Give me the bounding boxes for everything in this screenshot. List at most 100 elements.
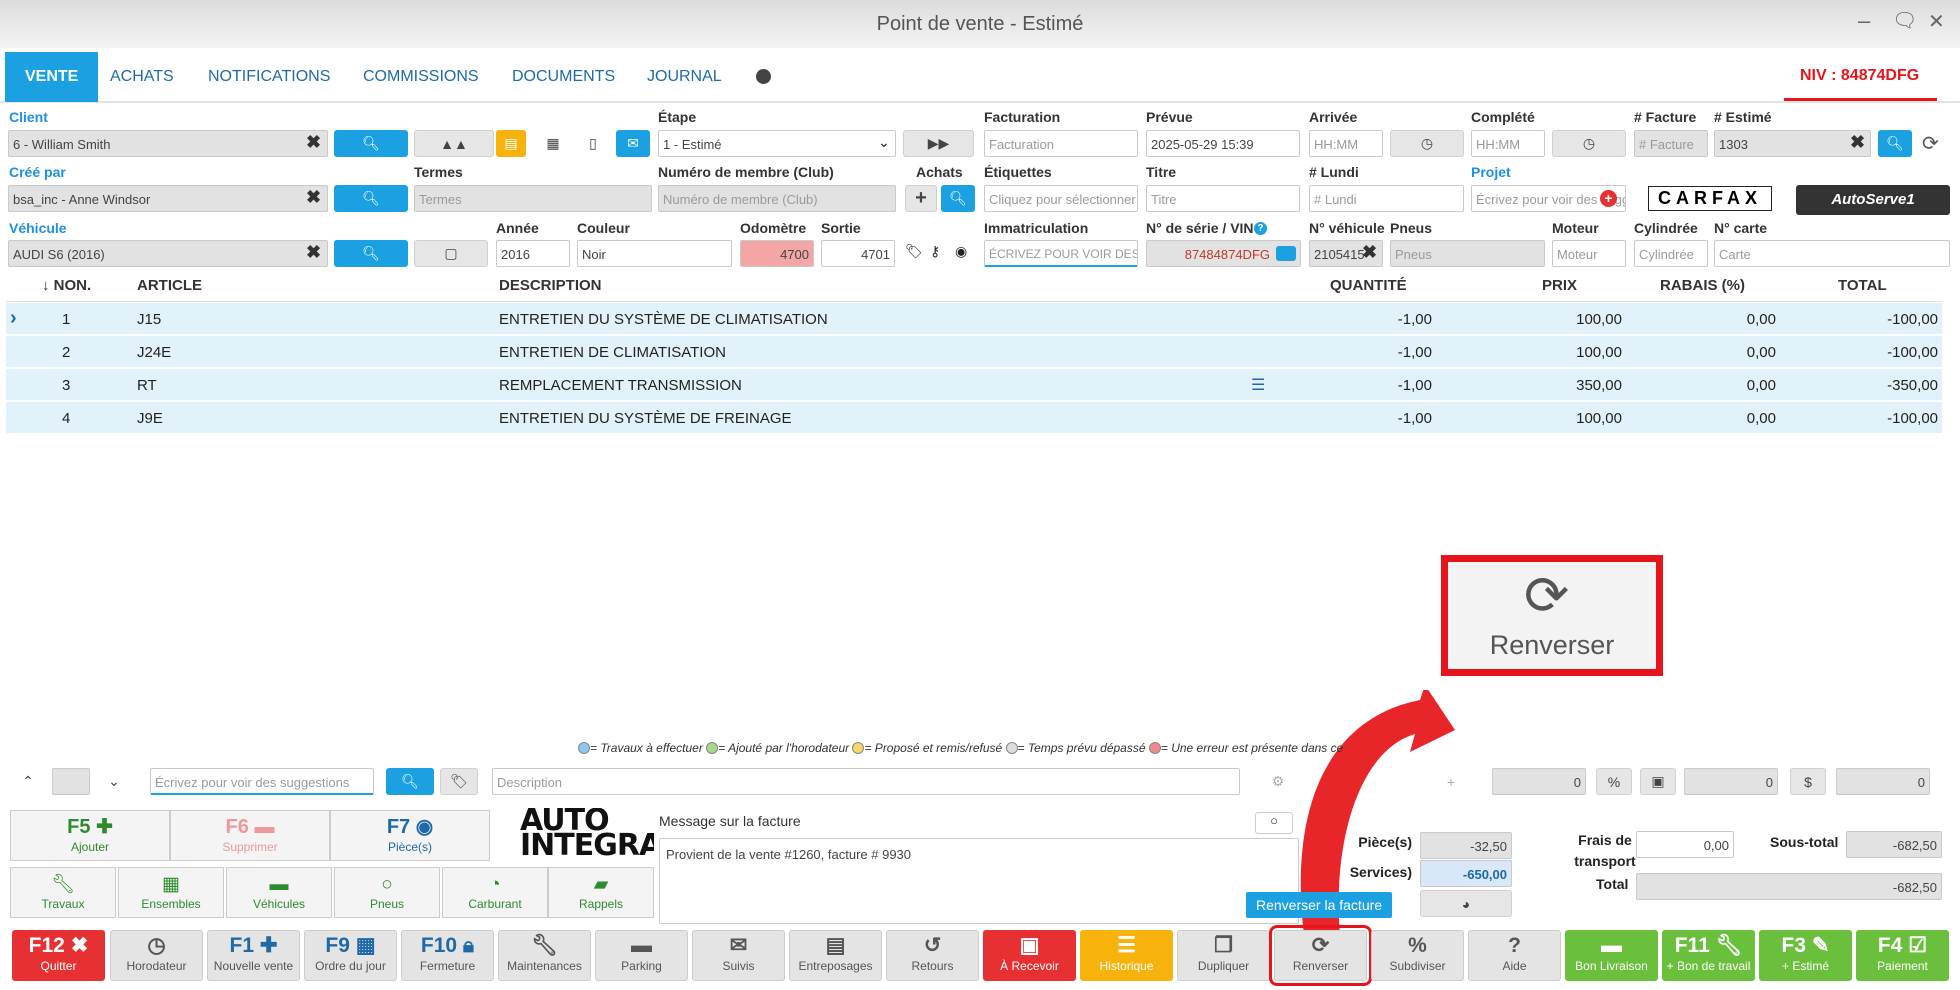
client-clear-icon[interactable]: ✖	[306, 132, 321, 153]
col-description[interactable]: DESCRIPTION	[499, 277, 602, 294]
col-article[interactable]: ARTICLE	[137, 277, 202, 294]
entry-price[interactable]: 0	[1836, 768, 1930, 795]
horodateur-button[interactable]: ◷ Horodateur	[110, 930, 203, 981]
plus-button[interactable]: +	[1436, 768, 1466, 795]
dollar-button[interactable]: $	[1790, 768, 1826, 795]
globe-icon[interactable]	[756, 69, 771, 84]
gear-icon[interactable]: ⚙	[1250, 768, 1306, 795]
phone-icon[interactable]: ▯	[578, 130, 608, 157]
vin-car-icon[interactable]	[1276, 246, 1296, 261]
cree-search-button[interactable]: 🔍︎	[334, 185, 408, 212]
achats-add-button[interactable]: +	[905, 185, 937, 212]
rappels-button[interactable]: ▰ Rappels	[548, 867, 654, 918]
nfacture-field[interactable]: # Facture	[1634, 130, 1708, 157]
reverse-button[interactable]: ⟳ Renverser	[1269, 925, 1372, 986]
key-icon[interactable]: ⚷	[930, 243, 940, 260]
table-row[interactable]: 2 J24E ENTRETIEN DE CLIMATISATION -1,00 …	[6, 336, 1942, 368]
cree-label[interactable]: Créé par	[9, 164, 66, 180]
vehicule-clear-icon[interactable]: ✖	[306, 242, 321, 263]
description-input[interactable]: Description	[492, 768, 1240, 795]
quit-button[interactable]: F12 ✖ Quitter	[12, 930, 105, 981]
col-prix[interactable]: PRIX	[1542, 277, 1577, 294]
table-row[interactable]: › 1 J15 ENTRETIEN DU SYSTÈME DE CLIMATIS…	[6, 303, 1942, 335]
estimate-button[interactable]: F3 ✎ + Estimé	[1759, 930, 1852, 981]
entry-quantity[interactable]: 0	[1492, 768, 1586, 795]
tab-vente[interactable]: VENTE	[5, 52, 99, 102]
frais-value[interactable]: 0,00	[1636, 831, 1734, 858]
add-button[interactable]: F5 ✚ Ajouter	[10, 810, 170, 861]
tab-commissions[interactable]: COMMISSIONS	[343, 52, 499, 102]
sortie-field[interactable]: 4701	[821, 240, 895, 267]
nestime-clear-icon[interactable]: ✖	[1850, 132, 1865, 153]
carburant-button[interactable]: ◔ Carburant	[442, 867, 548, 918]
col-total[interactable]: TOTAL	[1838, 277, 1887, 294]
closing-button[interactable]: F10 🔒︎ Fermeture	[401, 930, 494, 981]
complete-field[interactable]: HH:MM	[1471, 130, 1545, 157]
delete-button[interactable]: F6 ▬ Supprimer	[170, 810, 330, 861]
suivis-button[interactable]: ✉ Suivis	[692, 930, 785, 981]
cree-clear-icon[interactable]: ✖	[306, 187, 321, 208]
pneus-field[interactable]: Pneus	[1390, 240, 1545, 267]
carte-field[interactable]: Carte	[1714, 240, 1950, 267]
close-icon[interactable]: ✕	[1928, 9, 1945, 34]
message-textarea[interactable]: Provient de la vente #1260, facture # 99…	[659, 838, 1299, 924]
new-sale-button[interactable]: F1 ✚ Nouvelle vente	[207, 930, 300, 981]
cylindree-field[interactable]: Cylindrée	[1634, 240, 1708, 267]
split-button[interactable]: % Subdiviser	[1371, 930, 1464, 981]
tag-button[interactable]: 🏷︎	[440, 768, 478, 795]
membre-field[interactable]: Numéro de membre (Club)	[658, 185, 896, 212]
projet-add-icon[interactable]: +	[1600, 190, 1617, 207]
col-rabais[interactable]: RABAIS (%)	[1660, 277, 1745, 294]
pneus-button[interactable]: ○ Pneus	[334, 867, 440, 918]
carfax-logo[interactable]: CARFAX	[1648, 186, 1772, 211]
couleur-field[interactable]: Noir	[577, 240, 732, 267]
forward-button[interactable]: ▶▶	[903, 130, 974, 157]
list-icon[interactable]: ☰	[1251, 375, 1265, 395]
maintenances-button[interactable]: 🔧︎ Maintenances	[498, 930, 591, 981]
projet-label[interactable]: Projet	[1471, 164, 1511, 180]
tab-journal[interactable]: JOURNAL	[627, 52, 742, 102]
payment-button[interactable]: F4 ☑ Paiement	[1856, 930, 1949, 981]
parking-button[interactable]: ▬ Parking	[595, 930, 688, 981]
etape-select[interactable]: 1 - Estimé	[658, 130, 896, 157]
cree-field[interactable]: bsa_inc - Anne Windsor	[8, 185, 328, 212]
help-button[interactable]: ? Aide	[1468, 930, 1561, 981]
facturation-field[interactable]: Facturation	[984, 130, 1138, 157]
tab-notifications[interactable]: NOTIFICATIONS	[188, 52, 350, 102]
cash-icon[interactable]: ▣	[1640, 768, 1676, 795]
annee-field[interactable]: 2016	[496, 240, 570, 267]
history-button[interactable]: ☰ Historique	[1080, 930, 1173, 981]
storage-button[interactable]: ▤ Entreposages	[789, 930, 882, 981]
nveh-clear-icon[interactable]: ✖	[1362, 242, 1377, 263]
moteur-field[interactable]: Moteur	[1552, 240, 1626, 267]
autoserve-logo[interactable]: AutoServe1	[1796, 185, 1950, 215]
email-button[interactable]: ✉	[616, 130, 650, 157]
odometre-field[interactable]: 4700	[740, 240, 814, 267]
calendar-icon[interactable]: ▦	[538, 130, 568, 157]
lundi-field[interactable]: # Lundi	[1309, 185, 1464, 212]
tab-achats[interactable]: ACHATS	[90, 52, 194, 102]
comment-icon[interactable]: ○	[1255, 812, 1293, 834]
complete-clock-button[interactable]: ◷	[1552, 130, 1626, 157]
pie-chart-icon[interactable]: ◕	[1420, 890, 1512, 917]
ensembles-button[interactable]: ▦ Ensembles	[118, 867, 224, 918]
table-row[interactable]: 3 RT REMPLACEMENT TRANSMISSION ☰ -1,00 3…	[6, 369, 1942, 401]
immat-field[interactable]: ÉCRIVEZ POUR VOIR DES SUGGESTIONS	[984, 240, 1138, 267]
auto-integrate-logo[interactable]: AUTO INTEGRAT	[494, 808, 654, 864]
prevue-field[interactable]: 2025-05-29 15:39	[1146, 130, 1300, 157]
parts-button[interactable]: F7 ◉ Pièce(s)	[330, 810, 490, 861]
client-search-button[interactable]: 🔍︎	[334, 130, 408, 157]
agenda-button[interactable]: F9 ▦ Ordre du jour	[304, 930, 397, 981]
tag-icon[interactable]: 🏷︎	[905, 243, 923, 260]
titre-field[interactable]: Titre	[1146, 185, 1300, 212]
chat-icon[interactable]: 🗨	[1892, 8, 1917, 33]
delivery-button[interactable]: ▬ Bon Livraison	[1565, 930, 1658, 981]
chevron-up-icon[interactable]: ⌃	[8, 768, 48, 795]
vehicule-field[interactable]: AUDI S6 (2016)	[8, 240, 328, 267]
returns-button[interactable]: ↺ Retours	[886, 930, 979, 981]
eye-icon[interactable]: ◉	[955, 243, 967, 260]
article-search-input[interactable]: Écrivez pour voir des suggestions	[150, 768, 374, 795]
refresh-icon[interactable]: ⟳	[1922, 131, 1939, 156]
nestime-field[interactable]: 1303	[1714, 130, 1871, 157]
nestime-search-button[interactable]: 🔍︎	[1878, 130, 1912, 157]
